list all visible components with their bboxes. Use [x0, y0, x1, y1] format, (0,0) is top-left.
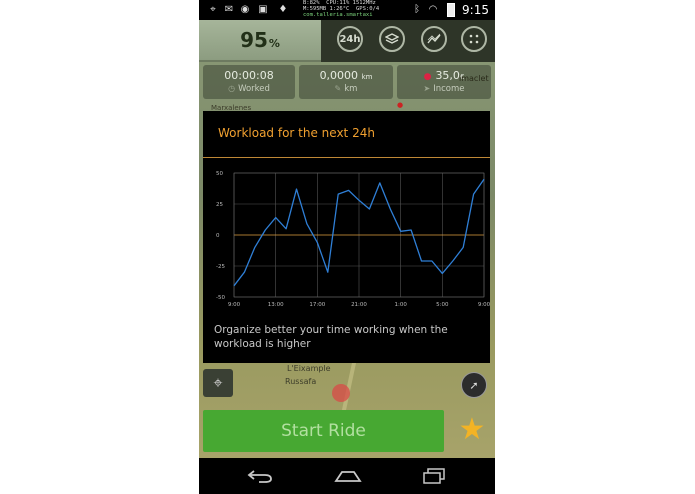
y-tick-label: -50: [216, 295, 225, 301]
dialog-message: Organize better your time working when t…: [214, 324, 448, 350]
map-marker-icon: ●: [397, 101, 404, 109]
bluetooth-icon: ᛒ: [414, 3, 420, 15]
favorite-star-button[interactable]: ★: [457, 414, 487, 446]
compass-icon: ➚: [469, 378, 479, 392]
clock: 9:15: [462, 3, 489, 17]
stats-row: 00:00:08 ◷ Worked 0,0000 km ✎ km ● 35,0€ ➤ I…: [199, 62, 495, 100]
layers-button[interactable]: [379, 26, 405, 52]
worked-label: Worked: [238, 84, 270, 94]
sysinfo-line-3: com.talleria.smartaxi: [303, 12, 373, 18]
dots-grid-icon: [469, 34, 479, 44]
km-label: km: [344, 84, 358, 94]
y-tick-label: -25: [216, 264, 225, 270]
start-ride-label: Start Ride: [281, 421, 366, 441]
percent-value: 95: [240, 28, 268, 52]
menu-button[interactable]: [461, 26, 487, 52]
image-icon: ▣: [258, 3, 268, 15]
y-tick-label: 50: [216, 171, 223, 177]
24h-label: 24h: [339, 33, 361, 45]
x-tick-label: 17:00: [309, 302, 325, 308]
trend-icon: [427, 33, 441, 44]
x-tick-label: 21:00: [351, 302, 367, 308]
trend-button[interactable]: [421, 26, 447, 52]
worked-value: 00:00:08: [224, 69, 274, 82]
locate-me-button[interactable]: ⌖: [203, 369, 233, 397]
location-pin-icon: [332, 384, 350, 402]
sync-icon: ◉: [240, 3, 250, 15]
app-notification-icon: ♦: [278, 3, 288, 15]
km-stat[interactable]: 0,0000 km ✎ km: [299, 65, 393, 99]
layers-icon: [385, 33, 399, 44]
percent-unit: %: [268, 36, 280, 50]
top-action-bar: 24h: [321, 20, 495, 62]
income-value: 35,0: [435, 69, 460, 82]
send-icon: ➤: [423, 84, 431, 93]
gps-icon: ⌖: [210, 3, 216, 15]
start-ride-button[interactable]: Start Ride: [203, 410, 444, 452]
clock-icon: ◷: [228, 84, 236, 93]
battery-icon: [447, 3, 455, 17]
top-bar: 95% 24h: [199, 20, 495, 62]
map-label-russafa: Russafa: [285, 377, 317, 386]
worked-stat[interactable]: 00:00:08 ◷ Worked: [203, 65, 295, 99]
x-tick-label: 1:00: [394, 302, 407, 308]
x-tick-label: 9:00: [228, 302, 241, 308]
x-tick-label: 13:00: [268, 302, 284, 308]
mail-icon: ✉: [224, 3, 234, 15]
title-divider: [203, 157, 490, 158]
x-tick-label: 9:00: [478, 302, 490, 308]
map-label-imaclet: imaclet: [459, 74, 489, 83]
dialog-title: Workload for the next 24h: [218, 126, 375, 140]
acceptance-percent: 95%: [199, 20, 321, 60]
back-icon: [247, 470, 272, 483]
ruler-icon: ✎: [334, 84, 342, 93]
km-unit: km: [361, 73, 373, 81]
24h-button[interactable]: 24h: [337, 26, 363, 52]
phone-screen: ⌖ ✉ ◉ ▣ ♦ B:82% CPU:11% 1512MHz M:595MB …: [199, 0, 495, 494]
income-label: Income: [433, 84, 465, 94]
workload-chart: 50250-25-509:00 13:00 17:00 21:00 1:00 5:00 9:…: [216, 171, 490, 308]
home-button[interactable]: [333, 464, 363, 488]
alert-dot-icon: ●: [423, 72, 432, 82]
recent-apps-button[interactable]: [419, 464, 449, 488]
wifi-icon: ◠: [428, 3, 438, 15]
y-tick-label: 0: [216, 233, 220, 239]
navigation-bar: [199, 458, 495, 494]
star-icon: ★: [458, 412, 486, 447]
x-tick-label: 5:00: [436, 302, 449, 308]
workload-dialog: Workload for the next 24h 50 25 0 -25 -50 9:0…: [203, 111, 490, 363]
recent-apps-icon: [423, 468, 445, 484]
km-value: 0,0000: [319, 69, 359, 82]
crosshair-icon: ⌖: [213, 373, 223, 392]
status-bar: ⌖ ✉ ◉ ▣ ♦ B:82% CPU:11% 1512MHz M:595MB …: [199, 0, 495, 20]
home-icon: [334, 471, 362, 482]
back-button[interactable]: [245, 464, 275, 488]
y-tick-label: 25: [216, 202, 223, 208]
map-label-eixample: L'Eixample: [287, 364, 331, 373]
compass-button[interactable]: ➚: [461, 372, 487, 398]
